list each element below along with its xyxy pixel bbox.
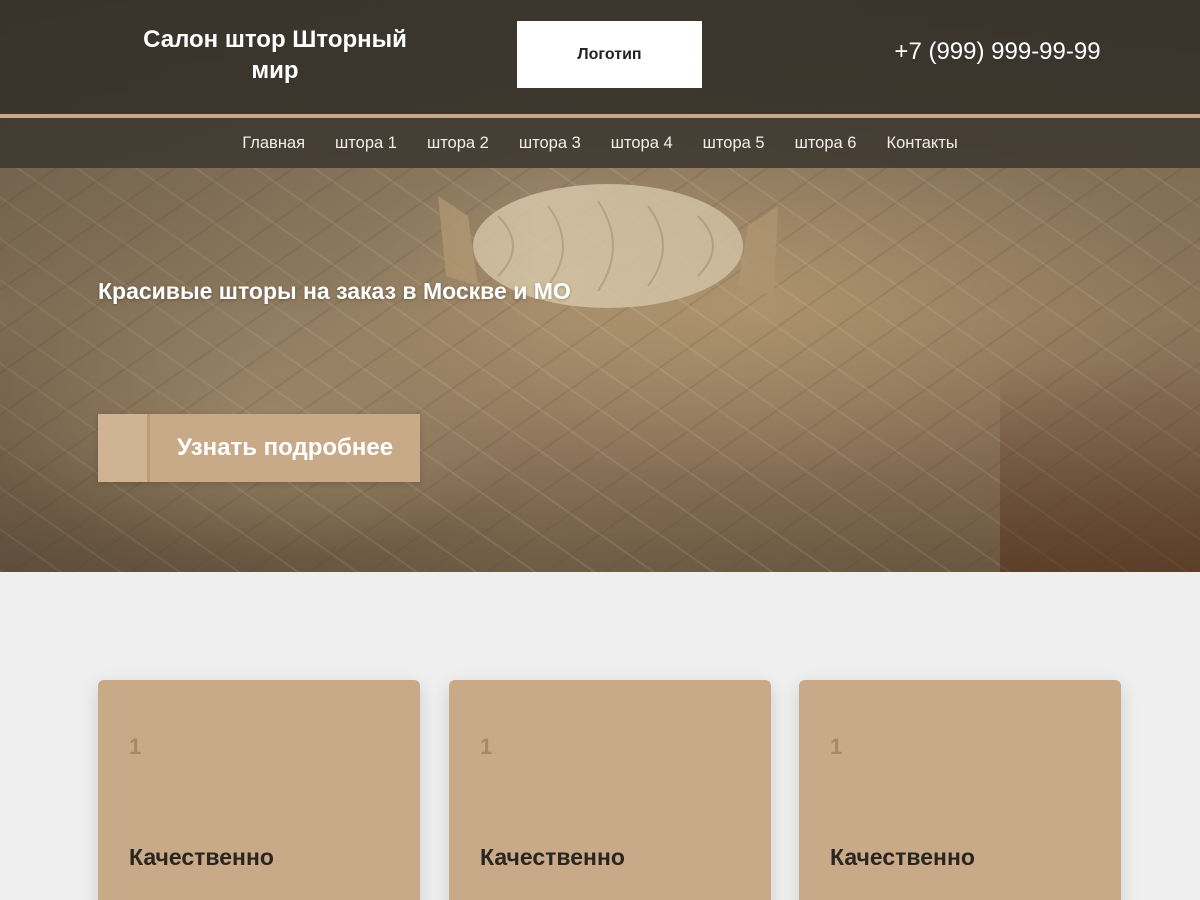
nav-item-curtain-2[interactable]: штора 2 [427, 134, 489, 153]
card-title: Качественно [129, 844, 274, 870]
nav-item-curtain-1[interactable]: штора 1 [335, 134, 397, 153]
nav-item-curtain-6[interactable]: штора 6 [795, 134, 857, 153]
nav-item-contacts[interactable]: Контакты [886, 134, 957, 153]
learn-more-button[interactable]: Узнать подробнее [98, 414, 420, 482]
phone-number[interactable]: +7 (999) 999-99-99 [880, 38, 1115, 66]
button-accent-block [98, 414, 150, 482]
card-number: 1 [129, 734, 142, 759]
card-title: Качественно [480, 844, 625, 870]
feature-card: 1 Качественно [799, 680, 1121, 900]
nav-item-home[interactable]: Главная [242, 134, 305, 153]
site-title[interactable]: Салон штор Шторный мир [130, 24, 420, 86]
card-number: 1 [830, 734, 843, 759]
learn-more-label: Узнать подробнее [176, 434, 394, 461]
hero-heading: Красивые шторы на заказ в Москве и МО [98, 278, 571, 304]
nav-item-curtain-4[interactable]: штора 4 [611, 134, 673, 153]
feature-card: 1 Качественно [98, 680, 420, 900]
card-number: 1 [480, 734, 493, 759]
nav-item-curtain-5[interactable]: штора 5 [703, 134, 765, 153]
main-nav: Главная штора 1 штора 2 штора 3 штора 4 … [0, 118, 1200, 168]
feature-card: 1 Качественно [449, 680, 771, 900]
card-title: Качественно [830, 844, 975, 870]
nav-item-curtain-3[interactable]: штора 3 [519, 134, 581, 153]
logo-placeholder[interactable]: Логотип [517, 21, 702, 88]
